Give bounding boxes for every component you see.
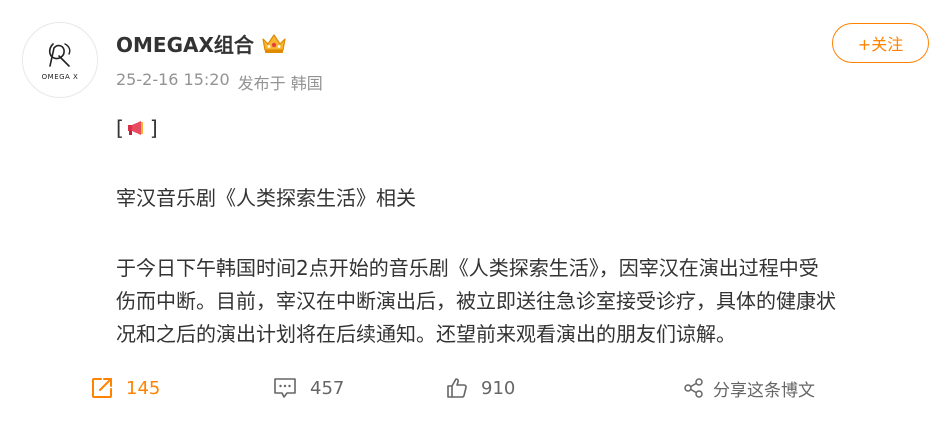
bracket-close: ] [149, 116, 158, 140]
avatar-label: OMEGA X [41, 72, 79, 81]
omega-logo-icon [48, 42, 71, 67]
comment-icon [274, 378, 296, 398]
post-source: 发布于 韩国 [237, 74, 323, 93]
repost-button[interactable]: 145 [90, 368, 160, 408]
share-label: 分享这条博文 [713, 380, 815, 401]
like-button[interactable]: 910 [445, 368, 515, 408]
share-icon [684, 378, 703, 398]
body-line: 况和之后的演出计划将在后续通知。还望前来观看演出的朋友们谅解。 [116, 322, 736, 346]
emoji-line: [ ] [116, 112, 936, 144]
crown-icon [262, 34, 286, 53]
thumbs-up-icon [447, 378, 467, 398]
body-line: 伤而中断。目前，宰汉在中断演出后，被立即送往急诊室接受诊疗，具体的健康状 [116, 289, 836, 313]
avatar[interactable]: OMEGA X [22, 22, 98, 98]
post-body: 于今日下午韩国时间2点开始的音乐剧《人类探索生活》，因宰汉在演出过程中受 伤而中… [116, 252, 936, 351]
post-time[interactable]: 25-2-16 15:20 [116, 70, 230, 94]
post-meta: 25-2-16 15:20 发布于 韩国 [116, 70, 323, 94]
weibo-post: OMEGA X OMEGAX组合 25-2-16 15:20 发布于 韩国 +关… [0, 0, 948, 421]
like-count: 910 [481, 377, 516, 399]
body-line: 于今日下午韩国时间2点开始的音乐剧《人类探索生活》，因宰汉在演出过程中受 [116, 256, 819, 280]
action-bar: 145 457 910 分享这条博文 [0, 368, 948, 408]
follow-button[interactable]: +关注 [832, 23, 929, 63]
comment-count: 457 [310, 377, 345, 399]
comment-button[interactable]: 457 [272, 368, 344, 408]
author-name[interactable]: OMEGAX组合 [116, 29, 254, 58]
author-row: OMEGAX组合 [116, 28, 288, 58]
post-headline: 宰汉音乐剧《人类探索生活》相关 [116, 186, 416, 210]
share-button[interactable]: 分享这条博文 [683, 368, 815, 408]
megaphone-icon [127, 121, 143, 135]
bracket-open: [ [116, 116, 124, 140]
repost-icon [92, 378, 112, 398]
repost-count: 145 [126, 377, 161, 399]
